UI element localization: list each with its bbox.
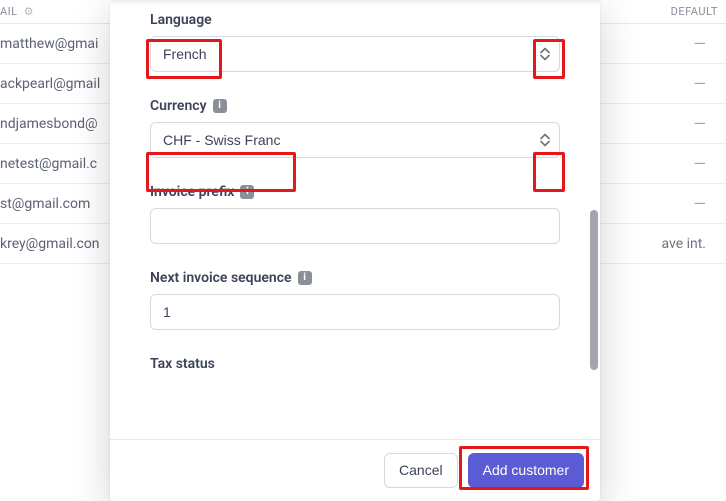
tax-status-label: Tax status xyxy=(150,356,215,372)
row-default: — xyxy=(694,34,707,53)
modal-scrollbar[interactable] xyxy=(590,210,598,370)
cancel-button[interactable]: Cancel xyxy=(384,453,458,488)
row-email: netest@gmail.c xyxy=(0,156,97,172)
currency-label: Currency xyxy=(150,98,207,114)
row-default: — xyxy=(694,154,707,173)
language-group: Language xyxy=(150,12,560,72)
row-email: krey@gmail.con xyxy=(0,236,100,252)
invoice-prefix-input[interactable] xyxy=(150,208,560,244)
gear-icon[interactable]: ⚙ xyxy=(24,5,34,18)
modal-body: Language Currency i xyxy=(110,0,600,439)
row-default: — xyxy=(694,74,707,93)
row-default: ave int. xyxy=(661,236,706,252)
column-header-email: AIL xyxy=(0,5,18,18)
invoice-prefix-label: Invoice prefix xyxy=(150,184,234,200)
add-customer-button[interactable]: Add customer xyxy=(468,453,584,488)
next-invoice-sequence-input[interactable] xyxy=(150,294,560,330)
language-select[interactable] xyxy=(150,36,560,72)
row-email: matthew@gmai xyxy=(0,36,98,52)
currency-select[interactable] xyxy=(150,122,560,158)
row-email: ndjamesbond@ xyxy=(0,116,98,132)
info-icon[interactable]: i xyxy=(240,185,254,199)
language-label: Language xyxy=(150,12,212,28)
invoice-prefix-group: Invoice prefix i xyxy=(150,184,560,244)
row-email: ackpearl@gmail xyxy=(0,76,100,92)
row-default: — xyxy=(694,194,707,213)
next-invoice-sequence-group: Next invoice sequence i xyxy=(150,270,560,330)
column-header-default: DEFAULT xyxy=(671,5,718,18)
row-email: st@gmail.com xyxy=(0,196,90,212)
tax-status-group: Tax status xyxy=(150,356,560,372)
info-icon[interactable]: i xyxy=(213,99,227,113)
row-default: — xyxy=(694,114,707,133)
modal-footer: Cancel Add customer xyxy=(110,439,600,501)
next-invoice-sequence-label: Next invoice sequence xyxy=(150,270,292,286)
add-customer-modal: Language Currency i xyxy=(110,0,600,501)
info-icon[interactable]: i xyxy=(298,271,312,285)
currency-group: Currency i xyxy=(150,98,560,158)
